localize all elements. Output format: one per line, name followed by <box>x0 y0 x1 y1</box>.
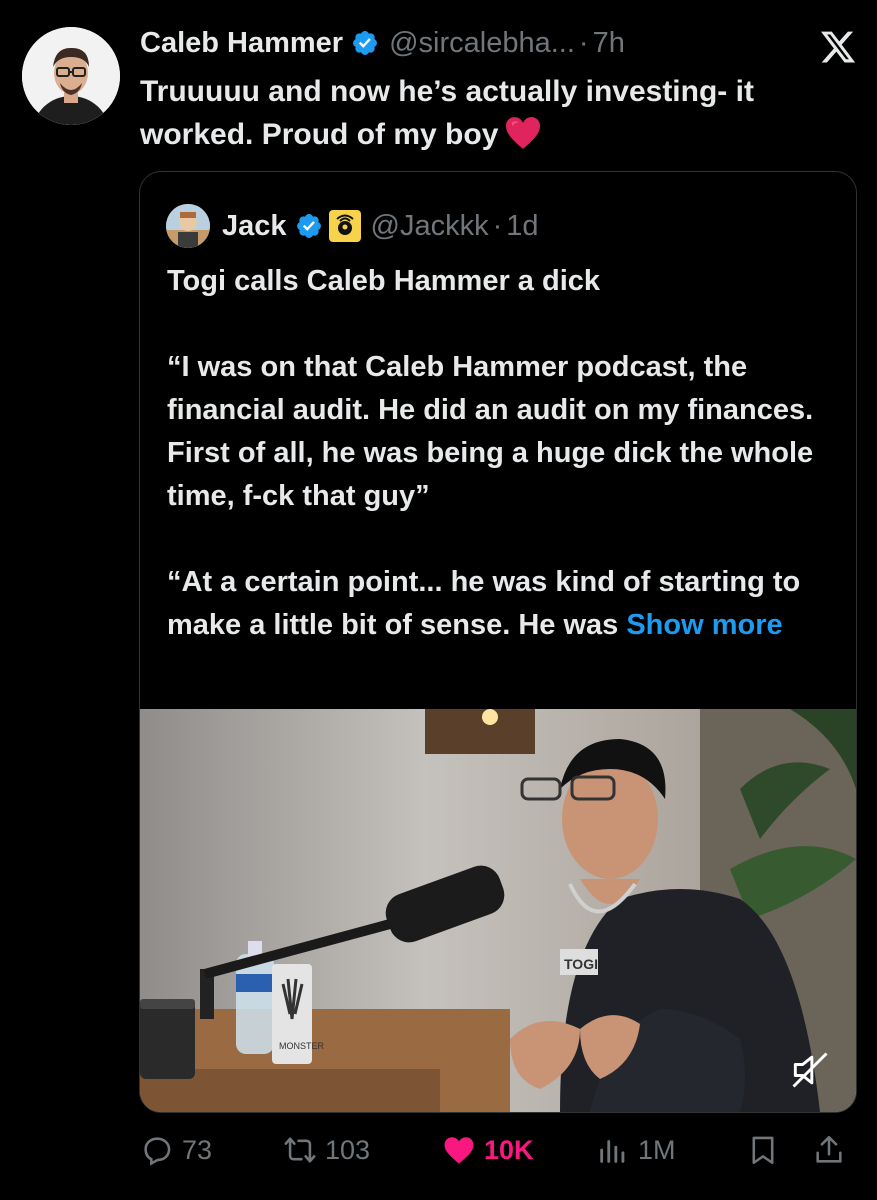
bookmark-icon <box>752 1136 774 1165</box>
can-label: MONSTER <box>279 1041 325 1051</box>
view-count: 1M <box>638 1134 676 1165</box>
quoted-author-avatar[interactable] <box>166 204 210 248</box>
quoted-tweet[interactable]: Jack @Jackkk · 1d Togi calls Caleb Hamme… <box>139 171 857 1113</box>
tweet-timestamp[interactable]: 7h <box>593 27 625 60</box>
share-button[interactable] <box>812 1133 854 1167</box>
video-player[interactable]: MONSTER TOGI <box>140 709 856 1112</box>
tweet-body: Truuuuu and now he’s actually investing-… <box>140 75 754 151</box>
quoted-tweet-text: Togi calls Caleb Hammer a dick “I was on… <box>167 260 827 647</box>
affiliate-badge-icon[interactable] <box>328 210 361 242</box>
repost-button[interactable]: 103 <box>283 1133 370 1167</box>
author-name[interactable]: Caleb Hammer <box>140 27 343 60</box>
share-icon <box>816 1135 842 1163</box>
like-button[interactable]: 10K <box>442 1133 534 1167</box>
analytics-icon <box>600 1140 625 1163</box>
separator-dot: · <box>492 209 503 242</box>
repost-count: 103 <box>325 1134 371 1165</box>
quoted-body: Togi calls Caleb Hammer a dick “I was on… <box>167 265 814 641</box>
tweet-header: Caleb Hammer @sircalebha... · 7h <box>140 26 857 60</box>
chain-text: TOGI <box>564 956 598 972</box>
author-handle[interactable]: @sircalebha... <box>389 27 575 60</box>
action-bar: 73 103 10K 1M <box>140 1125 860 1173</box>
mute-icon[interactable] <box>788 1048 832 1092</box>
show-more-link[interactable]: Show more <box>626 609 782 641</box>
bookmark-button[interactable] <box>746 1133 788 1167</box>
red-heart-emoji-icon <box>506 117 541 149</box>
verified-badge-icon <box>353 31 378 55</box>
reply-button[interactable]: 73 <box>140 1133 212 1167</box>
quoted-author-handle[interactable]: @Jackkk <box>371 210 489 243</box>
separator-dot: · <box>578 26 589 59</box>
repost-icon <box>284 1137 316 1163</box>
author-avatar[interactable] <box>22 27 120 125</box>
tweet-text: Truuuuu and now he’s actually investing-… <box>140 70 860 156</box>
reply-count: 73 <box>182 1134 213 1165</box>
reply-icon <box>144 1137 171 1166</box>
like-count: 10K <box>484 1134 534 1165</box>
quoted-tweet-timestamp[interactable]: 1d <box>506 210 538 243</box>
heart-filled-icon <box>444 1137 474 1164</box>
quoted-author-name[interactable]: Jack <box>222 210 287 243</box>
quoted-tweet-header: Jack @Jackkk · 1d <box>166 204 539 248</box>
verified-badge-icon <box>296 214 321 238</box>
x-logo-icon <box>820 31 856 63</box>
views-button[interactable]: 1M <box>596 1133 676 1167</box>
